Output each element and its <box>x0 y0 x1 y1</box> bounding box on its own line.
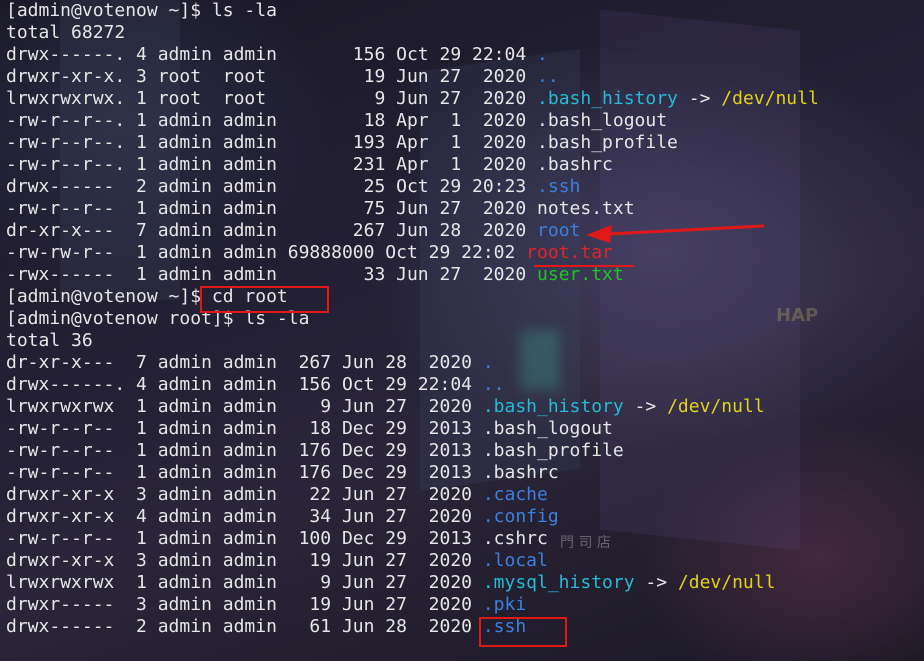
file-attributes: -rw-r--r-- 1 admin admin 176 Dec 29 2013 <box>6 440 483 461</box>
symlink-arrow: -> <box>634 572 678 593</box>
file-name: .. <box>482 374 505 395</box>
file-name: . <box>482 352 494 373</box>
terminal-line: drwxr-xr-x 3 admin admin 22 Jun 27 2020 … <box>6 484 819 506</box>
terminal-text: total 68272 <box>6 22 126 43</box>
file-attributes: lrwxrwxrwx 1 admin admin 9 Jun 27 2020 <box>6 572 483 593</box>
file-attributes: lrwxrwxrwx 1 admin admin 9 Jun 27 2020 <box>6 396 483 417</box>
annotation-underline-root-tar <box>534 265 634 267</box>
file-attributes: -rw-r--r--. 1 admin admin 231 Apr 1 2020 <box>6 154 538 175</box>
symlink-target: /dev/null <box>721 88 819 109</box>
terminal-line: drwxr-xr-x 4 admin admin 34 Jun 27 2020 … <box>6 506 819 528</box>
symlink-target: /dev/null <box>677 572 776 593</box>
file-attributes: -rw-r--r-- 1 admin admin 176 Dec 29 2013 <box>6 462 483 483</box>
terminal-line: drwxr----- 3 admin admin 19 Jun 27 2020 … <box>6 594 819 616</box>
file-attributes: dr-xr-x--- 7 admin admin 267 Jun 28 2020 <box>6 352 483 373</box>
file-attributes: drwxr-xr-x. 3 root root 19 Jun 27 2020 <box>6 66 538 87</box>
file-attributes: drwxr-xr-x 3 admin admin 19 Jun 27 2020 <box>6 550 483 571</box>
file-attributes: drwx------ 2 admin admin 61 Jun 28 2020 <box>6 616 483 637</box>
file-name: .config <box>482 506 559 527</box>
file-attributes: -rw-r--r--. 1 admin admin 18 Apr 1 2020 <box>6 110 538 131</box>
file-name: .bash_history <box>482 396 624 417</box>
terminal-text: [admin@votenow ~]$ ls -la <box>6 0 277 21</box>
file-attributes: drwxr----- 3 admin admin 19 Jun 27 2020 <box>6 594 483 615</box>
file-attributes: -rwx------ 1 admin admin 33 Jun 27 2020 <box>6 264 538 285</box>
symlink-target: /dev/null <box>667 396 765 417</box>
terminal-line: dr-xr-x--- 7 admin admin 267 Jun 28 2020… <box>6 352 819 374</box>
file-attributes: lrwxrwxrwx. 1 root root 9 Jun 27 2020 <box>6 88 538 109</box>
terminal-output[interactable]: [admin@votenow ~]$ ls -la total 68272 drwx… <box>6 0 819 638</box>
file-attributes: drwxr-xr-x 3 admin admin 22 Jun 27 2020 <box>6 484 483 505</box>
terminal-line: lrwxrwxrwx. 1 root root 9 Jun 27 2020 .b… <box>6 88 819 110</box>
file-attributes: -rw-r--r--. 1 admin admin 193 Apr 1 2020 <box>6 132 538 153</box>
file-name: .cshrc <box>482 528 548 549</box>
file-name: .bash_logout <box>537 110 668 131</box>
file-name: .local <box>482 550 548 571</box>
file-name: .bash_logout <box>482 418 613 439</box>
file-name: .mysql_history <box>482 572 635 593</box>
file-attributes: -rw-r--r-- 1 admin admin 18 Dec 29 2013 <box>6 418 483 439</box>
terminal-line: -rw-r--r--. 1 admin admin 18 Apr 1 2020 … <box>6 110 819 132</box>
terminal-line: total 68272 <box>6 22 819 44</box>
file-attributes: drwx------. 4 admin admin 156 Oct 29 22:… <box>6 374 483 395</box>
terminal-line: [admin@votenow ~]$ ls -la <box>6 0 819 22</box>
terminal-line: lrwxrwxrwx 1 admin admin 9 Jun 27 2020 .… <box>6 572 819 594</box>
file-attributes: -rw-r--r-- 1 admin admin 75 Jun 27 2020 <box>6 198 538 219</box>
file-name: root <box>537 220 581 241</box>
file-name: .bashrc <box>482 462 559 483</box>
annotation-box-cd-root <box>200 286 329 313</box>
file-attributes: dr-xr-x--- 7 admin admin 267 Jun 28 2020 <box>6 220 538 241</box>
terminal-line: [admin@votenow ~]$ cd root <box>6 286 819 308</box>
terminal-line: lrwxrwxrwx 1 admin admin 9 Jun 27 2020 .… <box>6 396 819 418</box>
file-attributes: drwx------. 4 admin admin 156 Oct 29 22:… <box>6 44 538 65</box>
terminal-line: total 36 <box>6 330 819 352</box>
terminal-line: [admin@votenow root]$ ls -la <box>6 308 819 330</box>
terminal-line: -rw-r--r-- 1 admin admin 100 Dec 29 2013… <box>6 528 819 550</box>
terminal-line: -rw-r--r--. 1 admin admin 193 Apr 1 2020… <box>6 132 819 154</box>
file-name: .. <box>537 66 559 87</box>
file-name: user.txt <box>537 264 624 285</box>
file-name: .bash_profile <box>482 440 624 461</box>
file-name: .cache <box>482 484 548 505</box>
terminal-line: -rwx------ 1 admin admin 33 Jun 27 2020 … <box>6 264 819 286</box>
terminal-line: -rw-r--r-- 1 admin admin 176 Dec 29 2013… <box>6 462 819 484</box>
terminal-line: -rw-r--r-- 1 admin admin 176 Dec 29 2013… <box>6 440 819 462</box>
terminal-line: -rw-r--r-- 1 admin admin 18 Dec 29 2013 … <box>6 418 819 440</box>
file-name: .bash_history <box>537 88 678 109</box>
file-attributes: drwx------ 2 admin admin 25 Oct 29 20:23 <box>6 176 538 197</box>
terminal-line: -rw-r--r--. 1 admin admin 231 Apr 1 2020… <box>6 154 819 176</box>
file-attributes: -rw-rw-r-- 1 admin admin 69888000 Oct 29… <box>6 242 527 263</box>
terminal-line: drwx------ 2 admin admin 25 Oct 29 20:23… <box>6 176 819 198</box>
terminal-line: drwx------ 2 admin admin 61 Jun 28 2020 … <box>6 616 819 638</box>
file-name: .bash_profile <box>537 132 678 153</box>
terminal-line: drwx------. 4 admin admin 156 Oct 29 22:… <box>6 374 819 396</box>
file-name: notes.txt <box>537 198 635 219</box>
annotation-box-ssh <box>479 617 567 647</box>
terminal-line: -rw-r--r-- 1 admin admin 75 Jun 27 2020 … <box>6 198 819 220</box>
file-attributes: drwxr-xr-x 4 admin admin 34 Jun 27 2020 <box>6 506 483 527</box>
file-name: . <box>537 44 548 65</box>
file-attributes: -rw-r--r-- 1 admin admin 100 Dec 29 2013 <box>6 528 483 549</box>
terminal-text: total 36 <box>6 330 93 351</box>
symlink-arrow: -> <box>623 396 668 417</box>
terminal-line: drwxr-xr-x 3 admin admin 19 Jun 27 2020 … <box>6 550 819 572</box>
file-name: .pki <box>482 594 527 615</box>
file-name: .ssh <box>537 176 581 197</box>
symlink-arrow: -> <box>677 88 722 109</box>
annotation-arrow-icon <box>586 224 765 243</box>
terminal-line: drwx------. 4 admin admin 156 Oct 29 22:… <box>6 44 819 66</box>
terminal-line: drwxr-xr-x. 3 root root 19 Jun 27 2020 .… <box>6 66 819 88</box>
file-name: .bashrc <box>537 154 613 175</box>
